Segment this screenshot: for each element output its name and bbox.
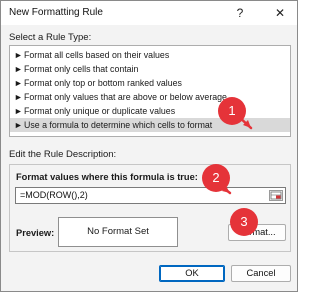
callout-badge-3: 3 bbox=[230, 208, 258, 236]
callout-arrows bbox=[215, 113, 253, 236]
callout-badge-2: 2 bbox=[202, 164, 230, 192]
callout-badge-1: 1 bbox=[218, 97, 246, 125]
